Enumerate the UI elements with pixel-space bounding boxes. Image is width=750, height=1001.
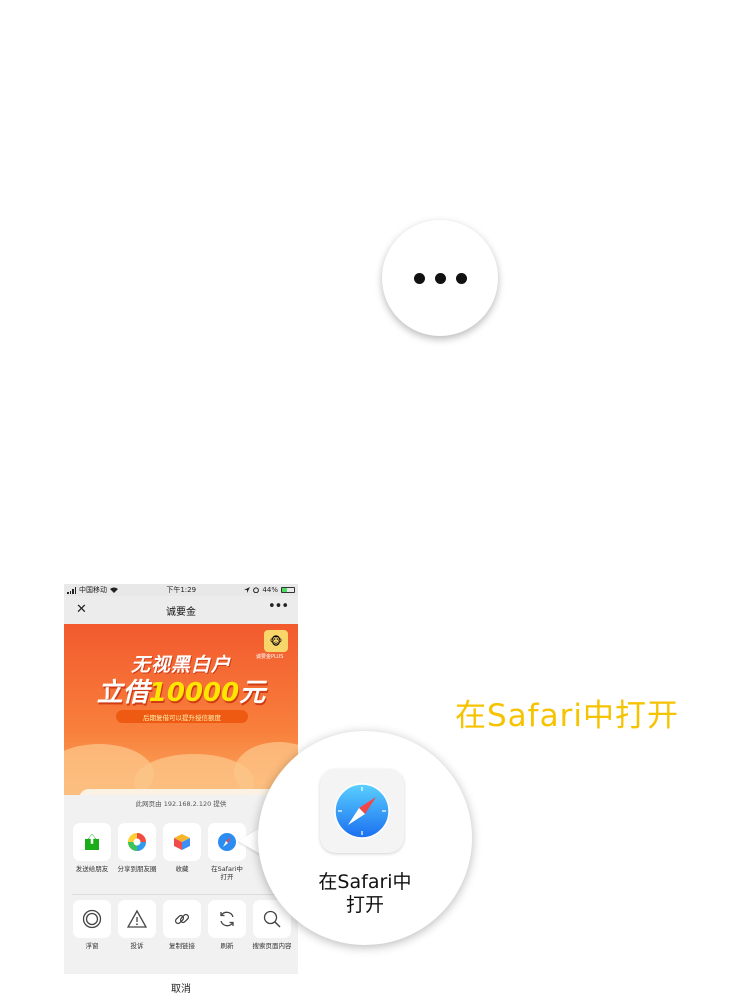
label-line1: 在Safari中 <box>318 871 412 893</box>
action-copy-link[interactable]: 复制链接 <box>159 900 205 950</box>
alarm-icon <box>253 587 260 593</box>
signal-icon <box>67 586 76 594</box>
action-label: 复制链接 <box>169 942 195 950</box>
action-label: 搜索页面内容 <box>252 942 292 950</box>
location-icon <box>244 587 251 593</box>
nav-bar: ✕ 诚要金 ••• <box>64 596 298 624</box>
more-dot <box>413 272 425 284</box>
promo-pill: 后期复借可以提升授信额度 <box>116 710 248 723</box>
action-refresh[interactable]: 刷新 <box>204 900 250 950</box>
carrier-label: 中国移动 <box>79 586 107 594</box>
label-line2: 打开 <box>345 894 384 916</box>
battery-icon <box>280 587 295 593</box>
more-dot <box>455 272 467 284</box>
warning-icon <box>118 900 156 938</box>
moments-icon <box>118 823 156 861</box>
share-moments[interactable]: 分享到朋友圈 <box>114 823 160 873</box>
loan-amount-line: 立借10000元 <box>64 672 298 709</box>
action-float-window[interactable]: 浮窗 <box>69 900 115 950</box>
close-icon[interactable]: ✕ <box>76 602 87 617</box>
clock: 下午1:29 <box>166 586 197 594</box>
instruction-text: 在Safari中打开 <box>455 698 679 734</box>
loan-unit: 元 <box>239 678 266 708</box>
favorites-cube-icon <box>163 823 201 861</box>
battery-percent: 44% <box>262 586 278 594</box>
more-dots-icon[interactable]: ••• <box>268 599 289 614</box>
link-icon <box>163 900 201 938</box>
share-label: 分享到朋友圈 <box>117 865 157 873</box>
status-bar: 中国移动 下午1:29 44% <box>64 584 298 596</box>
phone-screenshot: 中国移动 下午1:29 44% ✕ 诚要金 ••• 🐵 诚要金PLUS 无视黑白… <box>64 584 298 1001</box>
action-label: 投诉 <box>130 942 144 950</box>
brand-mascot-logo: 🐵 <box>264 630 288 652</box>
refresh-icon <box>208 900 246 938</box>
loan-amount: 10000 <box>148 678 240 708</box>
share-favorites[interactable]: 收藏 <box>159 823 205 873</box>
action-complain[interactable]: 投诉 <box>114 900 160 950</box>
safari-zoom-callout: 在Safari中 打开 <box>258 731 472 945</box>
wifi-icon <box>110 587 118 593</box>
more-dot <box>434 272 446 284</box>
open-in-safari-label: 在Safari中 打开 <box>258 871 472 917</box>
share-send-to-friend[interactable]: 发送给朋友 <box>69 823 115 873</box>
promo-banner: 🐵 诚要金PLUS 无视黑白户 立借10000元 后期复借可以提升授信额度 ⚡ … <box>64 624 298 849</box>
action-label: 浮窗 <box>85 942 99 950</box>
cancel-button[interactable]: 取消 <box>64 974 298 1001</box>
more-button-zoomed[interactable] <box>382 220 498 336</box>
share-label: 在Safari中 打开 <box>211 865 243 882</box>
loan-prefix: 立借 <box>96 678 149 708</box>
share-label: 发送给朋友 <box>75 865 109 873</box>
float-window-icon <box>73 900 111 938</box>
send-to-friend-icon <box>73 823 111 861</box>
page-title: 诚要金 <box>166 606 196 618</box>
action-label: 刷新 <box>220 942 234 950</box>
share-label: 收藏 <box>175 865 189 873</box>
safari-icon[interactable] <box>320 769 404 853</box>
